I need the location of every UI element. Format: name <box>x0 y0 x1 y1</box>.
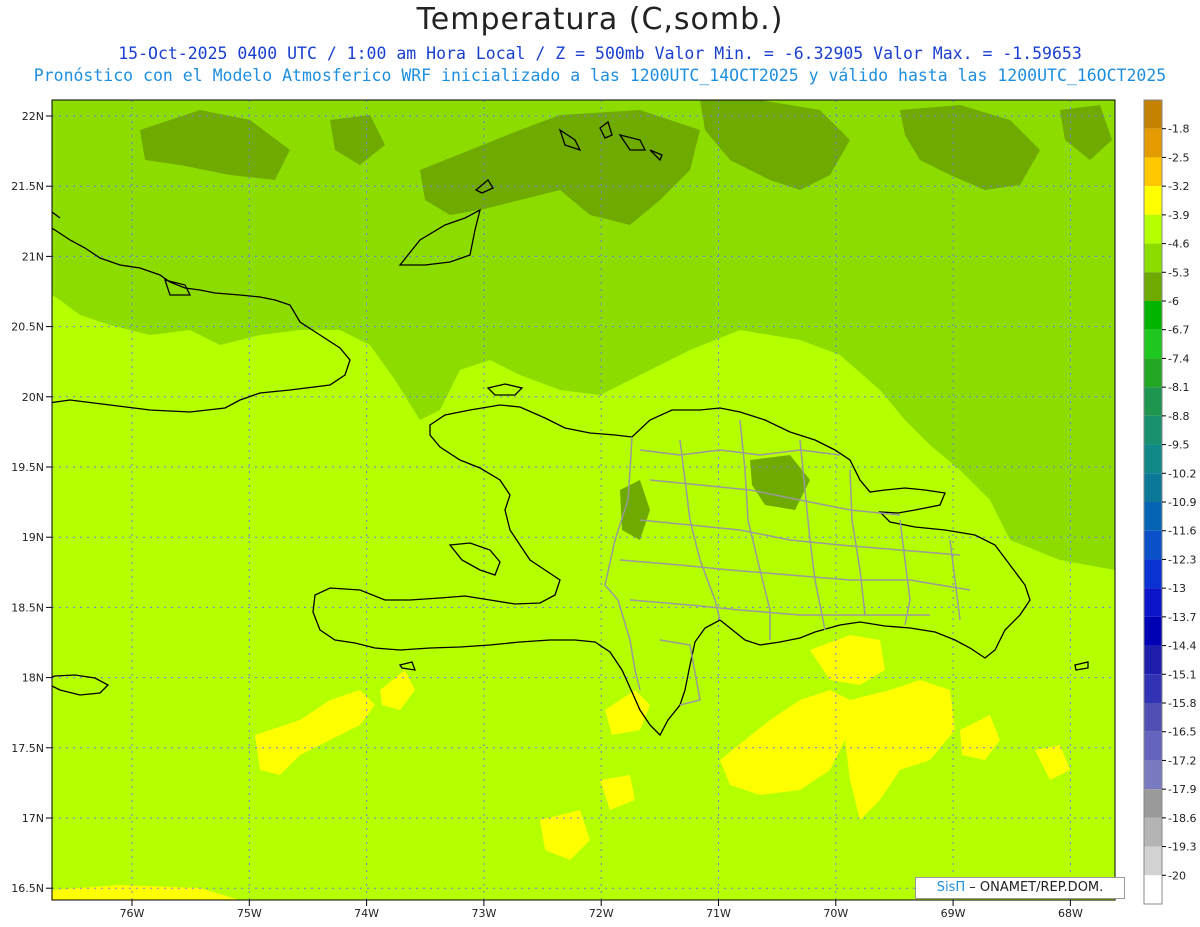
lon-tick-label: 75W <box>237 907 262 920</box>
colorbar-swatch <box>1144 731 1162 761</box>
colorbar-swatch <box>1144 301 1162 330</box>
lon-tick-label: 70W <box>823 907 848 920</box>
colorbar-label: -10.2 <box>1168 467 1196 480</box>
lat-tick-label: 22N <box>22 110 44 123</box>
credit-text: – ONAMET/REP.DOM. <box>965 880 1104 895</box>
colorbar-swatch <box>1144 214 1162 244</box>
colorbar-swatch <box>1144 444 1162 474</box>
colorbar-label: -6.7 <box>1168 324 1189 337</box>
lat-tick-label: 20.5N <box>11 321 44 334</box>
colorbar-label: -13 <box>1168 582 1186 595</box>
colorbar-swatch <box>1144 760 1162 790</box>
lat-tick-label: 21.5N <box>11 180 44 193</box>
colorbar-swatch <box>1144 502 1162 531</box>
colorbar-swatch <box>1144 186 1162 215</box>
temperature-field <box>52 100 1115 900</box>
colorbar-label: -18.6 <box>1168 812 1196 825</box>
lon-tick-label: 69W <box>941 907 966 920</box>
colorbar-swatch <box>1144 645 1162 675</box>
colorbar-label: -15.1 <box>1168 668 1196 681</box>
colorbar-label: -17.9 <box>1168 783 1196 796</box>
colorbar-swatch <box>1144 616 1162 646</box>
colorbar-label: -4.6 <box>1168 238 1189 251</box>
colorbar-swatch <box>1144 329 1162 359</box>
colorbar-label: -11.6 <box>1168 525 1196 538</box>
colorbar-label: -9.5 <box>1168 439 1189 452</box>
colorbar-label: -20 <box>1168 869 1186 882</box>
colorbar-label: -2.5 <box>1168 151 1189 164</box>
colorbar-label: -12.3 <box>1168 553 1196 566</box>
colorbar-label: -14.4 <box>1168 640 1196 653</box>
colorbar-swatch <box>1144 789 1162 818</box>
colorbar-swatch <box>1144 473 1162 502</box>
colorbar-label: -13.7 <box>1168 611 1196 624</box>
colorbar-swatch <box>1144 243 1162 273</box>
longitude-axis: 76W 75W 74W 73W 72W 71W 70W 69W 68W <box>120 900 1083 920</box>
latitude-axis: 22N 21.5N 21N 20.5N 20N 19.5N 19N 18.5N 18N 17.5N… <box>11 110 52 895</box>
colorbar-swatch <box>1144 559 1162 589</box>
colorbar-label: -1.8 <box>1168 123 1189 136</box>
colorbar-label: -3.9 <box>1168 209 1189 222</box>
lon-tick-label: 71W <box>706 907 731 920</box>
colorbar-label: -5.3 <box>1168 266 1189 279</box>
colorbar-swatch <box>1144 530 1162 560</box>
lat-tick-label: 19.5N <box>11 461 44 474</box>
temperature-map: 22N 21.5N 21N 20.5N 20N 19.5N 19N 18.5N 18N 17.5N… <box>11 99 1196 920</box>
lon-tick-label: 68W <box>1058 907 1083 920</box>
colorbar-label: -19.3 <box>1168 841 1196 854</box>
credit-box: SisΠ – ONAMET/REP.DOM. <box>915 877 1125 899</box>
colorbar-swatch <box>1144 415 1162 445</box>
lat-tick-label: 20N <box>22 391 44 404</box>
colorbar-label: -15.8 <box>1168 697 1196 710</box>
colorbar-swatch <box>1144 674 1162 703</box>
colorbar-label: -3.2 <box>1168 180 1189 193</box>
colorbar-swatch <box>1144 100 1162 129</box>
lon-tick-label: 72W <box>589 907 614 920</box>
colorbar-legend: -1.8 -2.5 -3.2 -3.9 -4.6 -5.3 -6 -6.7 -7.4 -8.1 -8… <box>1143 99 1196 905</box>
colorbar-label: -16.5 <box>1168 726 1196 739</box>
lon-tick-label: 76W <box>120 907 145 920</box>
colorbar-swatch <box>1144 128 1162 158</box>
colorbar-swatch <box>1144 387 1162 416</box>
lon-tick-label: 73W <box>471 907 496 920</box>
lat-tick-label: 17.5N <box>11 742 44 755</box>
colorbar-swatch <box>1144 817 1162 847</box>
lat-tick-label: 19N <box>22 531 44 544</box>
colorbar-label: -10.9 <box>1168 496 1196 509</box>
colorbar-swatch <box>1144 157 1162 187</box>
colorbar-swatch <box>1144 588 1162 617</box>
colorbar-label: -7.4 <box>1168 352 1189 365</box>
colorbar-swatch <box>1144 358 1162 388</box>
colorbar-label: -17.2 <box>1168 754 1196 767</box>
colorbar-swatch <box>1144 846 1162 876</box>
colorbar-swatch <box>1144 272 1162 301</box>
colorbar-label: -8.8 <box>1168 410 1189 423</box>
lat-tick-label: 21N <box>22 250 44 263</box>
lat-tick-label: 18.5N <box>11 601 44 614</box>
lat-tick-label: 17N <box>22 812 44 825</box>
lat-tick-label: 18N <box>22 672 44 685</box>
colorbar-label: -6 <box>1168 295 1179 308</box>
credit-brand: SisΠ <box>936 880 966 895</box>
colorbar-label: -8.1 <box>1168 381 1189 394</box>
colorbar-swatch <box>1144 875 1162 904</box>
colorbar-swatch <box>1144 703 1162 732</box>
lat-tick-label: 16.5N <box>11 882 44 895</box>
lon-tick-label: 74W <box>354 907 379 920</box>
